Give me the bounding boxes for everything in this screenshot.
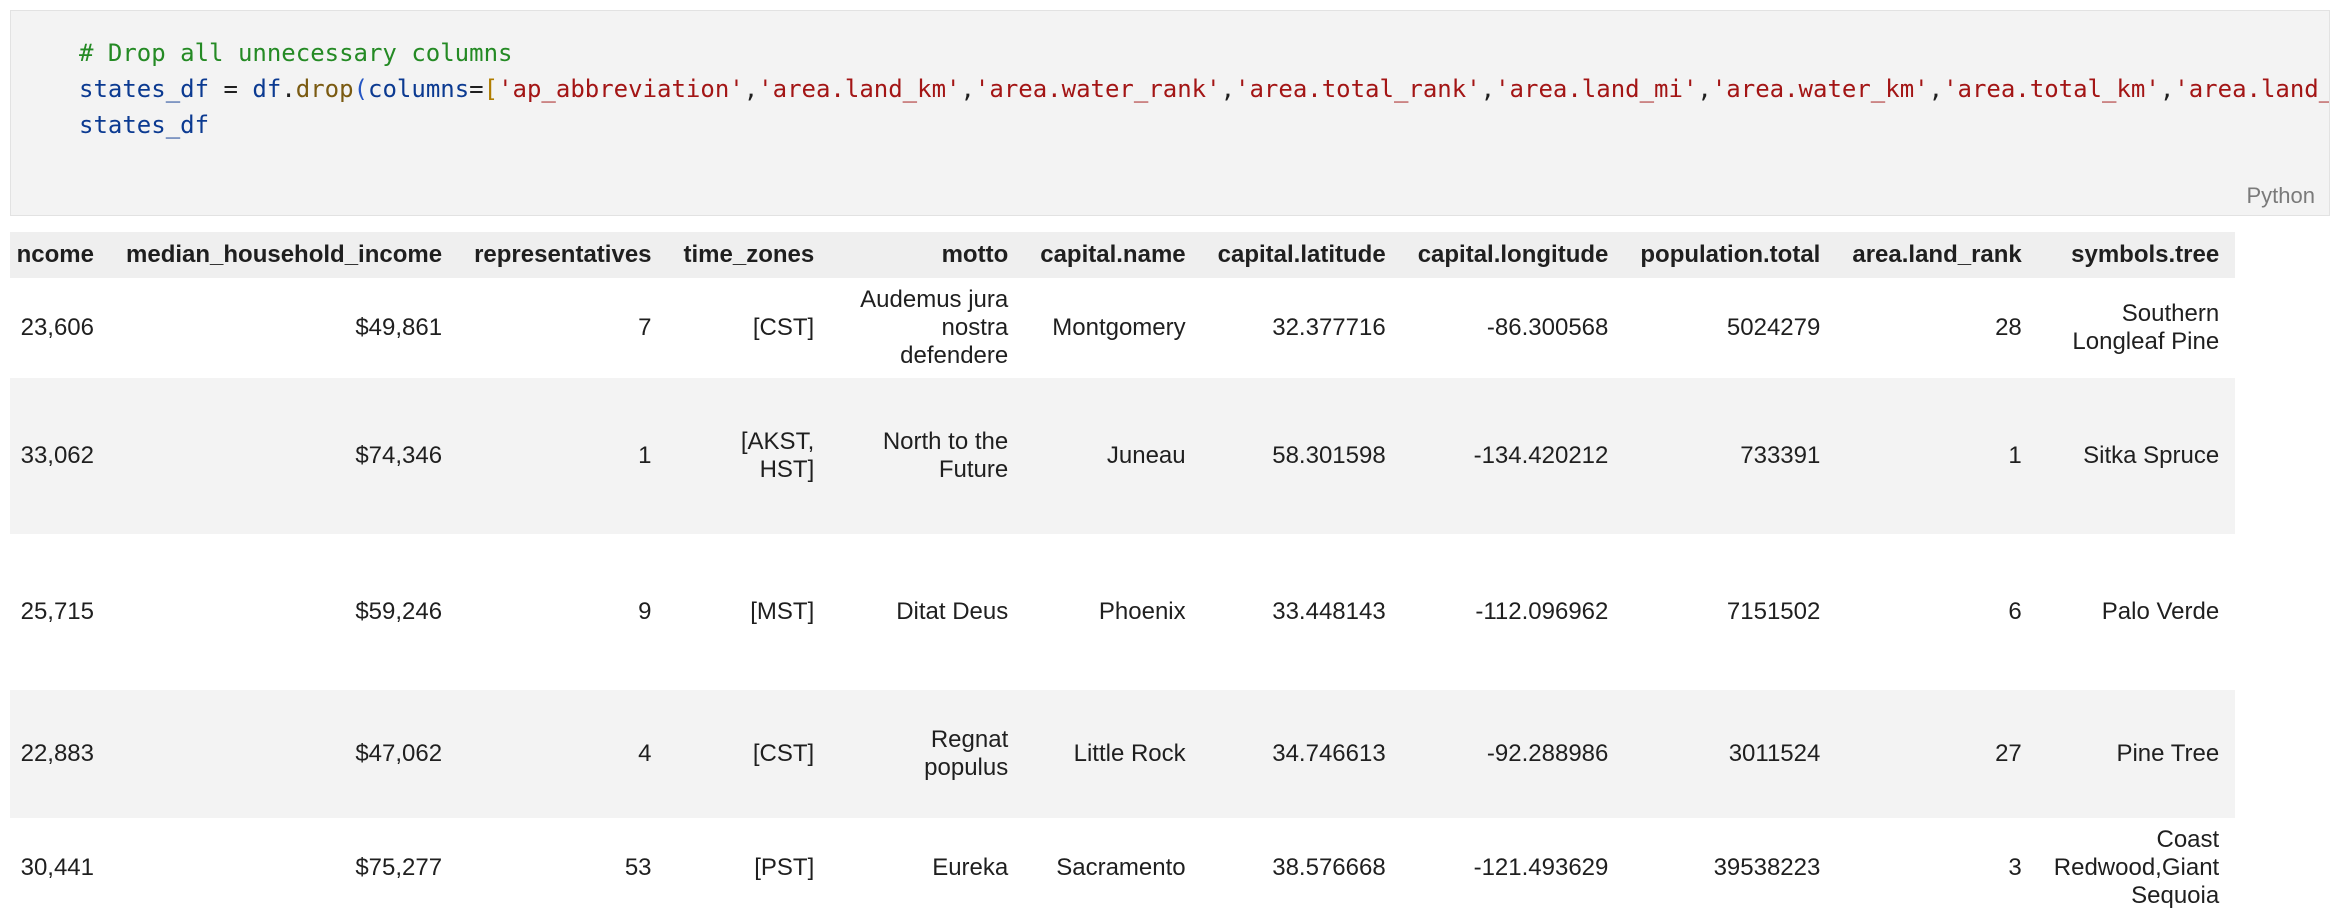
- table-cell: 58.301598: [1201, 378, 1402, 534]
- table-row: 30,441 $75,277 53 [PST] Eureka Sacrament…: [10, 818, 2236, 916]
- column-header: median_household_income: [110, 232, 459, 278]
- code-comment: # Drop all unnecessary columns: [79, 39, 513, 67]
- table-cell: 733391: [1624, 378, 1837, 534]
- column-header: area.land_rank: [1836, 232, 2038, 278]
- table-cell: Coast Redwood,Giant Sequoia: [2037, 818, 2236, 916]
- table-cell: [AKST, HST]: [667, 378, 831, 534]
- column-header: motto: [830, 232, 1025, 278]
- column-header: symbols.tree: [2037, 232, 2236, 278]
- table-cell: -92.288986: [1401, 690, 1625, 818]
- table-row: 22,883 $47,062 4 [CST] Regnat populus Li…: [10, 690, 2236, 818]
- column-header: capital.name: [1024, 232, 1202, 278]
- code-line-2: states_df = df.drop(columns=['ap_abbrevi…: [79, 75, 2330, 103]
- table-cell: -86.300568: [1401, 278, 1625, 378]
- table-cell: 33,062: [10, 378, 110, 534]
- code-cell[interactable]: # Drop all unnecessary columns states_df…: [10, 10, 2330, 216]
- table-cell: Sacramento: [1024, 818, 1202, 916]
- table-cell: 34.746613: [1201, 690, 1402, 818]
- dataframe-table: ncome median_household_income representa…: [10, 232, 2236, 916]
- table-cell: 25,715: [10, 534, 110, 690]
- table-cell: Regnat populus: [830, 690, 1025, 818]
- table-cell: 23,606: [10, 278, 110, 378]
- column-header: capital.longitude: [1401, 232, 1625, 278]
- table-cell: $74,346: [110, 378, 459, 534]
- table-cell: 38.576668: [1201, 818, 1402, 916]
- table-cell: 22,883: [10, 690, 110, 818]
- column-header: time_zones: [667, 232, 831, 278]
- table-cell: 7: [458, 278, 668, 378]
- table-cell: -134.420212: [1401, 378, 1625, 534]
- table-cell: 33.448143: [1201, 534, 1402, 690]
- table-cell: [CST]: [667, 278, 831, 378]
- table-cell: [MST]: [667, 534, 831, 690]
- table-row: 33,062 $74,346 1 [AKST, HST] North to th…: [10, 378, 2236, 534]
- table-cell: 9: [458, 534, 668, 690]
- column-header: population.total: [1624, 232, 1837, 278]
- table-cell: Juneau: [1024, 378, 1202, 534]
- table-cell: 53: [458, 818, 668, 916]
- table-cell: Audemus jura nostra defendere: [830, 278, 1025, 378]
- table-cell: $75,277: [110, 818, 459, 916]
- table-cell: Pine Tree: [2037, 690, 2236, 818]
- table-cell: Eureka: [830, 818, 1025, 916]
- table-cell: $47,062: [110, 690, 459, 818]
- table-cell: 30,441: [10, 818, 110, 916]
- table-cell: 5024279: [1624, 278, 1837, 378]
- language-label[interactable]: Python: [2247, 183, 2316, 209]
- table-row: 25,715 $59,246 9 [MST] Ditat Deus Phoeni…: [10, 534, 2236, 690]
- table-cell: 1: [458, 378, 668, 534]
- table-cell: 6: [1836, 534, 2038, 690]
- table-cell: $49,861: [110, 278, 459, 378]
- table-cell: [PST]: [667, 818, 831, 916]
- table-cell: Palo Verde: [2037, 534, 2236, 690]
- column-header: capital.latitude: [1201, 232, 1402, 278]
- table-cell: 39538223: [1624, 818, 1837, 916]
- code-line-3: states_df: [79, 111, 210, 139]
- code-editor[interactable]: # Drop all unnecessary columns states_df…: [79, 35, 2330, 143]
- table-cell: 32.377716: [1201, 278, 1402, 378]
- column-header: representatives: [458, 232, 668, 278]
- table-cell: Phoenix: [1024, 534, 1202, 690]
- table-cell: [CST]: [667, 690, 831, 818]
- column-header: ncome: [10, 232, 110, 278]
- table-cell: Sitka Spruce: [2037, 378, 2236, 534]
- table-cell: Ditat Deus: [830, 534, 1025, 690]
- table-cell: North to the Future: [830, 378, 1025, 534]
- table-header-row: ncome median_household_income representa…: [10, 232, 2236, 278]
- table-cell: 1: [1836, 378, 2038, 534]
- table-cell: $59,246: [110, 534, 459, 690]
- table-cell: 28: [1836, 278, 2038, 378]
- dataframe-output[interactable]: ncome median_household_income representa…: [10, 232, 2334, 916]
- table-cell: 27: [1836, 690, 2038, 818]
- table-row: 23,606 $49,861 7 [CST] Audemus jura nost…: [10, 278, 2236, 378]
- table-cell: Southern Longleaf Pine: [2037, 278, 2236, 378]
- table-cell: 3011524: [1624, 690, 1837, 818]
- table-cell: 7151502: [1624, 534, 1837, 690]
- table-cell: Little Rock: [1024, 690, 1202, 818]
- table-cell: -112.096962: [1401, 534, 1625, 690]
- table-cell: 3: [1836, 818, 2038, 916]
- table-cell: Montgomery: [1024, 278, 1202, 378]
- table-cell: 4: [458, 690, 668, 818]
- table-cell: -121.493629: [1401, 818, 1625, 916]
